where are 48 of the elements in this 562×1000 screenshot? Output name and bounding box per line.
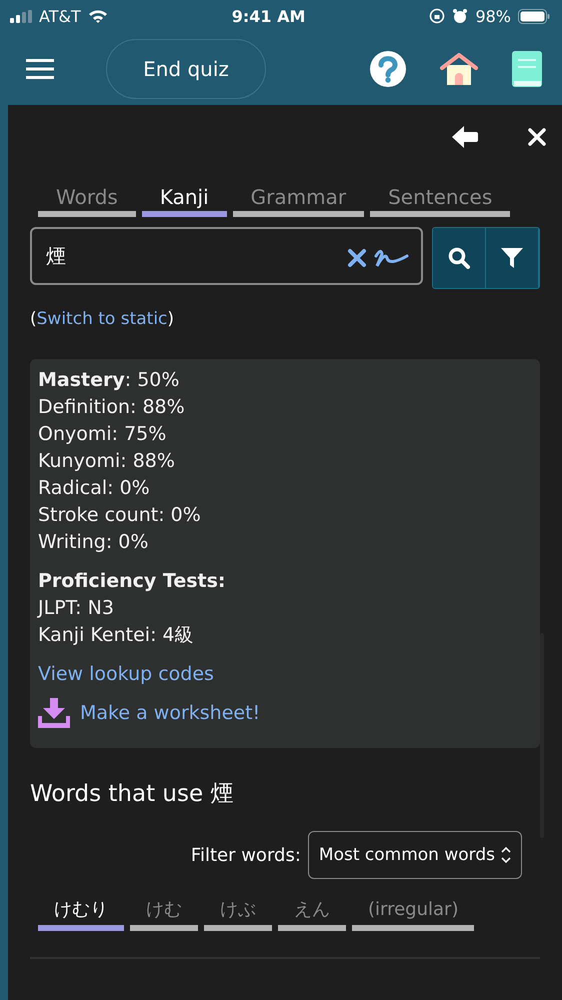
stat-line: Stroke count: 0% bbox=[38, 503, 202, 528]
tab[interactable]: Grammar bbox=[232, 185, 364, 217]
parenthesis: ( bbox=[30, 309, 37, 329]
close-icon[interactable] bbox=[528, 128, 546, 146]
handwriting-icon[interactable] bbox=[373, 248, 409, 268]
search-icon bbox=[448, 247, 470, 269]
wifi-icon bbox=[88, 9, 108, 23]
parenthesis: ) bbox=[167, 309, 174, 329]
help-icon[interactable] bbox=[370, 50, 406, 86]
menu-icon[interactable] bbox=[26, 58, 54, 78]
stat-line: Radical: 0% bbox=[38, 476, 151, 501]
reading-tab[interactable]: (irregular) bbox=[352, 897, 474, 931]
back-arrow-icon[interactable] bbox=[452, 126, 478, 148]
reading-tab[interactable]: けぶ bbox=[204, 897, 272, 931]
stat-line: Definition: 88% bbox=[38, 395, 186, 420]
stat-line: Writing: 0% bbox=[38, 530, 150, 555]
carrier-name: AT&T bbox=[39, 6, 81, 26]
filter-label: Filter words: bbox=[190, 844, 301, 866]
stat-line: Mastery: 50% bbox=[38, 368, 180, 393]
proficiency-line: Kanji Kentei: 4級 bbox=[38, 623, 195, 648]
stat-line: Kunyomi: 88% bbox=[38, 449, 176, 474]
download-icon[interactable] bbox=[38, 698, 70, 728]
filter-button[interactable] bbox=[486, 228, 539, 288]
proficiency-title: Proficiency Tests: bbox=[38, 569, 227, 594]
clock-time: 9:41 AM bbox=[232, 6, 306, 26]
filter-icon bbox=[501, 247, 523, 269]
signal-icon bbox=[10, 10, 32, 22]
lookup-codes-link[interactable]: View lookup codes bbox=[38, 661, 532, 688]
search-button[interactable] bbox=[433, 228, 486, 288]
section-heading: Words that use 煙 bbox=[30, 780, 234, 809]
tab[interactable]: Words bbox=[38, 185, 136, 217]
tab[interactable]: Sentences bbox=[370, 185, 510, 217]
battery-percent: 98% bbox=[475, 6, 511, 26]
battery-icon bbox=[518, 8, 550, 24]
reading-tab[interactable]: けむり bbox=[38, 897, 124, 931]
home-icon[interactable] bbox=[440, 52, 478, 84]
tab[interactable]: Kanji bbox=[142, 185, 227, 217]
reading-tab[interactable]: えん bbox=[278, 897, 346, 931]
clear-icon[interactable] bbox=[347, 248, 367, 268]
stat-line: Onyomi: 75% bbox=[38, 422, 168, 447]
reading-tab[interactable]: けむ bbox=[130, 897, 198, 931]
worksheet-link[interactable]: Make a worksheet! bbox=[80, 702, 260, 724]
switch-to-static-link[interactable]: Switch to static bbox=[36, 309, 168, 329]
end-quiz-button[interactable]: End quiz bbox=[106, 38, 266, 98]
filter-select[interactable]: Most common words bbox=[308, 831, 522, 879]
proficiency-line: JLPT: N3 bbox=[38, 596, 115, 621]
updown-caret-icon bbox=[501, 846, 511, 864]
search-field[interactable]: 煙 bbox=[30, 227, 423, 285]
